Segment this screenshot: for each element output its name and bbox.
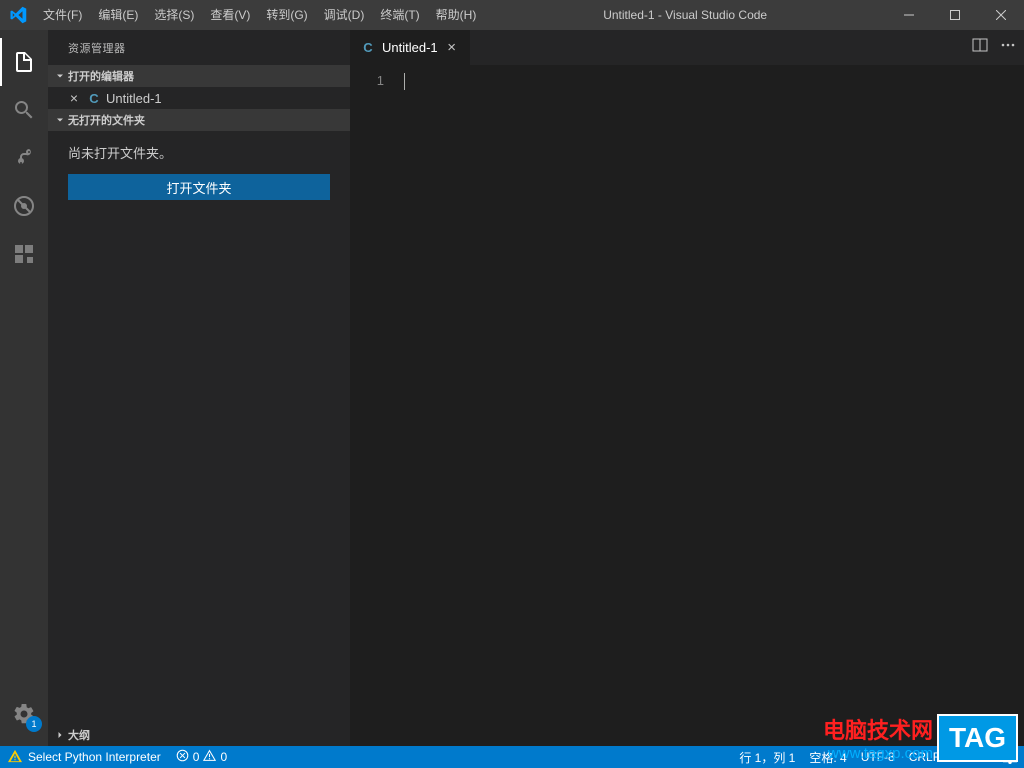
editor-tab-active[interactable]: C Untitled-1 × (350, 30, 471, 65)
open-editors-label: 打开的编辑器 (68, 68, 134, 84)
editor-actions (964, 30, 1024, 65)
python-interpreter-warning[interactable]: Select Python Interpreter (0, 746, 169, 768)
sidebar-title: 资源管理器 (48, 30, 350, 65)
activity-explorer[interactable] (0, 38, 48, 86)
window-controls (886, 0, 1024, 30)
tab-label: Untitled-1 (382, 40, 438, 55)
feedback-icon[interactable]: ☺ (970, 746, 996, 768)
warning-count: 0 (220, 750, 227, 764)
status-bar: Select Python Interpreter 0 0 行 1，列 1 空格… (0, 746, 1024, 768)
cursor-position[interactable]: 行 1，列 1 (732, 746, 802, 768)
more-actions-icon[interactable] (1000, 37, 1016, 58)
text-cursor (404, 73, 405, 90)
problems-status[interactable]: 0 0 (169, 746, 234, 768)
settings-badge: 1 (26, 716, 42, 732)
explorer-sidebar: 资源管理器 打开的编辑器 × C Untitled-1 无打开的文件夹 尚未打开… (48, 30, 350, 746)
no-folder-header[interactable]: 无打开的文件夹 (48, 109, 350, 131)
warning-icon (8, 749, 22, 766)
menu-edit[interactable]: 编辑(E) (90, 0, 146, 30)
menu-select[interactable]: 选择(S) (146, 0, 202, 30)
app-icon (0, 6, 35, 24)
menu-debug[interactable]: 调试(D) (316, 0, 373, 30)
interpreter-label: Select Python Interpreter (28, 750, 161, 764)
warning-icon (203, 749, 216, 765)
encoding-status[interactable]: UTF-8 (854, 746, 902, 768)
activity-source-control[interactable] (0, 134, 48, 182)
close-button[interactable] (978, 0, 1024, 30)
open-editor-item[interactable]: × C Untitled-1 (48, 87, 350, 109)
outline-header[interactable]: 大纲 (48, 724, 350, 746)
editor-tabs: C Untitled-1 × (350, 30, 1024, 65)
no-folder-label: 无打开的文件夹 (68, 112, 145, 128)
chevron-right-icon (52, 729, 68, 741)
editor-body[interactable]: 1 (350, 65, 1024, 746)
chevron-down-icon (52, 114, 68, 126)
split-editor-icon[interactable] (972, 37, 988, 58)
code-area[interactable] (402, 65, 1024, 746)
open-editor-filename: Untitled-1 (106, 91, 162, 106)
menu-view[interactable]: 查看(V) (202, 0, 258, 30)
editor-item-close-icon[interactable]: × (66, 90, 82, 106)
c-file-icon: C (86, 91, 102, 106)
activity-extensions[interactable] (0, 230, 48, 278)
maximize-button[interactable] (932, 0, 978, 30)
no-folder-message: 尚未打开文件夹。 (48, 131, 350, 174)
open-editors-header[interactable]: 打开的编辑器 (48, 65, 350, 87)
activity-bar: 1 (0, 30, 48, 746)
window-title: Untitled-1 - Visual Studio Code (484, 8, 886, 22)
outline-label: 大纲 (68, 727, 90, 743)
titlebar: 文件(F) 编辑(E) 选择(S) 查看(V) 转到(G) 调试(D) 终端(T… (0, 0, 1024, 30)
editor-area: C Untitled-1 × 1 (350, 30, 1024, 746)
error-count: 0 (193, 750, 200, 764)
menu-bar: 文件(F) 编辑(E) 选择(S) 查看(V) 转到(G) 调试(D) 终端(T… (35, 0, 484, 30)
chevron-down-icon (52, 70, 68, 82)
menu-goto[interactable]: 转到(G) (258, 0, 315, 30)
minimize-button[interactable] (886, 0, 932, 30)
menu-terminal[interactable]: 终端(T) (372, 0, 427, 30)
activity-settings[interactable]: 1 (0, 690, 48, 738)
open-folder-button[interactable]: 打开文件夹 (68, 174, 330, 200)
line-number-gutter: 1 (350, 65, 402, 746)
tab-close-icon[interactable]: × (444, 39, 460, 56)
activity-search[interactable] (0, 86, 48, 134)
activity-debug[interactable] (0, 182, 48, 230)
menu-file[interactable]: 文件(F) (35, 0, 90, 30)
line-number: 1 (350, 73, 384, 88)
menu-help[interactable]: 帮助(H) (428, 0, 485, 30)
c-file-icon: C (360, 40, 376, 55)
eol-status[interactable]: CRLF (902, 746, 947, 768)
language-mode[interactable]: C (947, 746, 970, 768)
notifications-icon[interactable] (996, 746, 1024, 768)
error-icon (176, 749, 189, 765)
indentation-status[interactable]: 空格: 4 (802, 746, 853, 768)
